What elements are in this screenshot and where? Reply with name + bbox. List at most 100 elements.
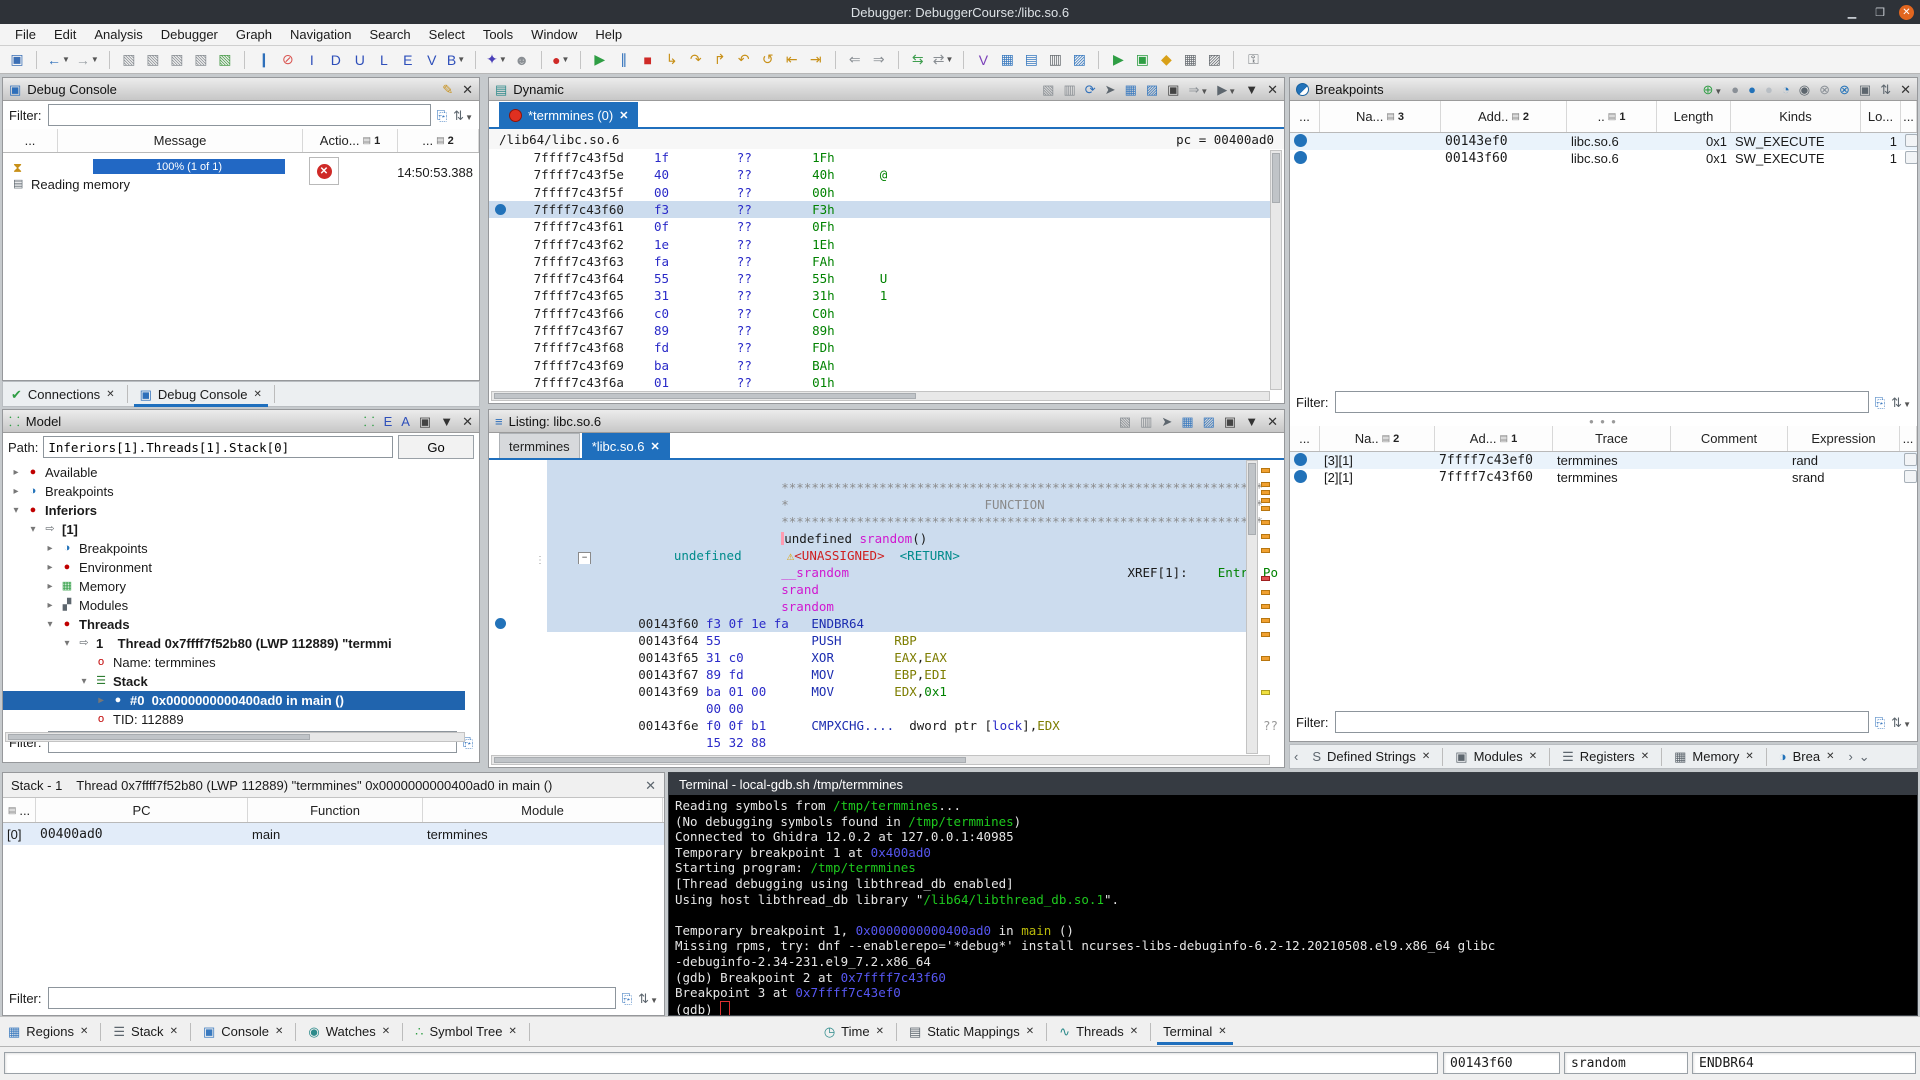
- column-header[interactable]: Na.. ▤ 2: [1320, 426, 1435, 451]
- menu-debugger[interactable]: Debugger: [152, 24, 227, 46]
- listing-vscrollbar[interactable]: [1246, 460, 1258, 754]
- close-button[interactable]: ✕: [1899, 4, 1914, 20]
- disable-icon[interactable]: ⊘: [279, 50, 297, 70]
- overview-marker[interactable]: [1261, 498, 1270, 503]
- step-last-icon[interactable]: ↶: [735, 50, 753, 70]
- step-over-icon[interactable]: ↷: [687, 50, 705, 70]
- listing-line[interactable]: ****************************************…: [563, 479, 1263, 496]
- breakpoint-enabled-icon[interactable]: [1294, 469, 1307, 483]
- chart-icon[interactable]: ▨: [1146, 83, 1158, 96]
- column-header[interactable]: ...: [3, 129, 58, 152]
- tree-expander[interactable]: ▾: [62, 638, 72, 649]
- tree-expander[interactable]: ▸: [45, 581, 55, 592]
- listing-hscrollbar[interactable]: [491, 755, 1270, 765]
- tab-regions[interactable]: ▦ Regions ✕: [0, 1019, 96, 1045]
- memory-row[interactable]: 7ffff7c43f5d 1f ?? 1Fh: [489, 149, 1270, 166]
- listing-view[interactable]: ****************************************…: [489, 460, 1284, 754]
- model-hscrollbar[interactable]: [5, 732, 465, 742]
- memory-row[interactable]: 7ffff7c43f5e 40 ?? 40h @: [489, 166, 1270, 183]
- run-script-icon[interactable]: ▶: [1109, 50, 1127, 70]
- memory-row[interactable]: 7ffff7c43f65 31 ?? 31h 1: [489, 287, 1270, 304]
- tab-watches[interactable]: ◉ Watches ✕: [300, 1019, 398, 1045]
- listing-line[interactable]: 00143f65 31 c0 XOR EAX,EAX: [563, 649, 947, 666]
- bookmark-b-icon[interactable]: B ▼: [447, 50, 465, 70]
- tree-expander[interactable]: ▾: [79, 676, 89, 687]
- row-checkbox[interactable]: [1904, 469, 1917, 483]
- collapse-a-icon[interactable]: A: [401, 415, 410, 428]
- listing-line[interactable]: 00143f69 ba 01 00 MOV EDX,0x1: [563, 683, 947, 700]
- listing-line[interactable]: 15 32 88: [563, 734, 766, 751]
- tree-expander[interactable]: ▾: [28, 524, 38, 535]
- dynamic-memory-view[interactable]: 7ffff7c43f5d 1f ?? 1Fh 7ffff7c43f5e 40 ?…: [489, 149, 1284, 391]
- memory-map-icon[interactable]: ▤: [1022, 50, 1040, 70]
- menu-navigation[interactable]: Navigation: [281, 24, 360, 46]
- forward-icon[interactable]: → ▼: [76, 50, 99, 70]
- menu-select[interactable]: Select: [420, 24, 474, 46]
- stack-filter-input[interactable]: [47, 987, 616, 1009]
- clear-all-icon[interactable]: ⊗: [1839, 83, 1850, 96]
- tree-expander[interactable]: ▾: [45, 619, 55, 630]
- select-cursor-icon[interactable]: ➤: [1161, 415, 1172, 428]
- row-checkbox[interactable]: [1905, 133, 1917, 147]
- tree-expander[interactable]: ▸: [11, 467, 21, 478]
- overview-marker[interactable]: [1261, 534, 1270, 539]
- memory-row[interactable]: 7ffff7c43f62 1e ?? 1Eh: [489, 236, 1270, 253]
- disable-breakpoint-icon[interactable]: ●: [1765, 83, 1773, 96]
- splitter-handle[interactable]: ● ● ●: [1290, 417, 1917, 426]
- overview-marker[interactable]: [1261, 590, 1270, 595]
- tab-termmines[interactable]: termmines: [499, 433, 580, 458]
- menu-edit[interactable]: Edit: [45, 24, 85, 46]
- table-icon[interactable]: ▦: [1181, 415, 1193, 428]
- bookmark-u-icon[interactable]: U: [351, 50, 369, 70]
- tab-time[interactable]: ◷ Time ✕: [816, 1019, 892, 1045]
- chart-icon[interactable]: ▨: [1203, 415, 1215, 428]
- chart-icon[interactable]: ▨: [1205, 50, 1223, 70]
- filter-config-icon[interactable]: ⇅▼: [453, 109, 473, 122]
- clone-icon[interactable]: ▧: [192, 50, 210, 70]
- column-header[interactable]: ...: [1290, 426, 1320, 451]
- column-header[interactable]: Lo...: [1861, 101, 1901, 132]
- bookmark-e-icon[interactable]: E: [399, 50, 417, 70]
- skip-fwd-icon[interactable]: ⇥: [807, 50, 825, 70]
- tree-diagram-icon[interactable]: ⸬: [364, 415, 375, 428]
- kill-icon[interactable]: ■: [639, 50, 657, 70]
- close-icon[interactable]: ✕: [1900, 83, 1911, 96]
- column-header[interactable]: Ad... ▤ 1: [1435, 426, 1553, 451]
- tree-node[interactable]: o TID: 112889: [3, 710, 465, 727]
- tab-symbol-tree[interactable]: ∴ Symbol Tree ✕: [407, 1019, 525, 1045]
- column-header[interactable]: Length: [1657, 101, 1731, 132]
- breakpoint-marker-icon[interactable]: [495, 618, 506, 629]
- menu-help[interactable]: Help: [586, 24, 631, 46]
- tree-expander[interactable]: ▸: [45, 543, 55, 554]
- filter-config-icon[interactable]: ⇅▼: [638, 992, 658, 1005]
- overview-marker[interactable]: [1261, 576, 1270, 581]
- maximize-button[interactable]: ❒: [1871, 3, 1889, 21]
- terminal-prompt-line[interactable]: (gdb): [675, 1000, 731, 1015]
- go-button[interactable]: Go: [398, 435, 474, 459]
- clear-filter-icon[interactable]: ⎘: [1875, 716, 1885, 729]
- tab-console[interactable]: ▣ Console ✕: [195, 1019, 291, 1045]
- step-into-icon[interactable]: ↳: [663, 50, 681, 70]
- column-header[interactable]: Message: [58, 129, 303, 152]
- paste-special-icon[interactable]: ▧: [144, 50, 162, 70]
- disable-all-icon[interactable]: ◔: [1782, 83, 1790, 96]
- goto-icon[interactable]: ⇒▼: [1188, 83, 1208, 96]
- tab-list-icon[interactable]: ⌄: [1859, 750, 1870, 763]
- column-header[interactable]: .. ▤ 1: [1567, 101, 1657, 132]
- toggle-breakpoints-icon[interactable]: ◉: [1799, 83, 1810, 96]
- overview-marker[interactable]: [1261, 632, 1270, 637]
- listing-line[interactable]: ****************************************…: [563, 513, 1263, 530]
- column-header[interactable]: ...: [1900, 426, 1917, 451]
- bookmark-v-icon[interactable]: V: [423, 50, 441, 70]
- listing-line[interactable]: srand: [563, 581, 819, 598]
- menu-window[interactable]: Window: [522, 24, 586, 46]
- memory-row[interactable]: 7ffff7c43f68 fd ?? FDh: [489, 339, 1270, 356]
- locations-filter-input[interactable]: [1334, 711, 1869, 733]
- clear-filter-icon[interactable]: ⎘: [437, 109, 447, 122]
- overview-marker[interactable]: [1261, 604, 1270, 609]
- debug-console-filter-input[interactable]: [47, 104, 431, 126]
- terminal-output[interactable]: Reading symbols from /tmp/termmines... (N…: [669, 795, 1917, 1015]
- column-header[interactable]: Function: [248, 798, 423, 822]
- snapshot-icon[interactable]: ▧: [216, 50, 234, 70]
- breakpoint-location-row[interactable]: [2][1] 7ffff7c43f60 termmines srand: [1290, 469, 1917, 486]
